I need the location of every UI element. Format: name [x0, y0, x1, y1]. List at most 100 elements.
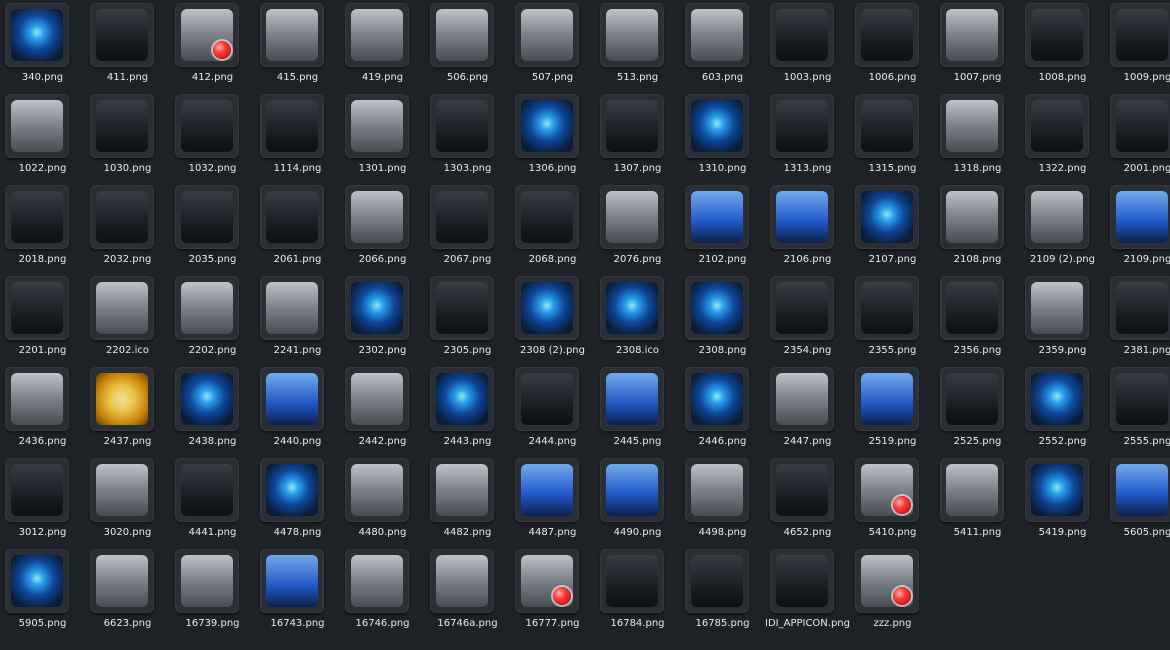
file-tile[interactable]: 419.png [340, 0, 425, 91]
file-tile[interactable]: 2018.png [0, 182, 85, 273]
file-tile[interactable]: 16784.png [595, 546, 680, 637]
file-tile[interactable]: 2356.png [935, 273, 1020, 364]
file-tile[interactable]: 2519.png [850, 364, 935, 455]
file-tile[interactable]: 603.png [680, 0, 765, 91]
file-tile[interactable]: 2436.png [0, 364, 85, 455]
file-thumbnail [940, 3, 1004, 67]
file-tile[interactable]: 2107.png [850, 182, 935, 273]
file-tile[interactable]: 2106.png [765, 182, 850, 273]
file-tile[interactable]: 2109 (2).png [1020, 182, 1105, 273]
file-tile[interactable]: 1007.png [935, 0, 1020, 91]
file-tile[interactable]: 2241.png [255, 273, 340, 364]
file-tile[interactable]: 2068.png [510, 182, 595, 273]
file-tile[interactable]: 1032.png [170, 91, 255, 182]
file-tile[interactable]: 2438.png [170, 364, 255, 455]
file-tile[interactable]: 4441.png [170, 455, 255, 546]
file-tile[interactable]: 1310.png [680, 91, 765, 182]
file-tile[interactable]: 340.png [0, 0, 85, 91]
file-tile[interactable]: 2555.png [1105, 364, 1170, 455]
file-tile[interactable]: 1318.png [935, 91, 1020, 182]
file-tile[interactable]: 2442.png [340, 364, 425, 455]
file-tile[interactable]: 4480.png [340, 455, 425, 546]
file-tile[interactable]: 2552.png [1020, 364, 1105, 455]
file-tile[interactable]: 3020.png [85, 455, 170, 546]
file-tile[interactable]: 5411.png [935, 455, 1020, 546]
file-tile[interactable]: IDI_APPICON.png [765, 546, 850, 637]
file-tile[interactable]: 2305.png [425, 273, 510, 364]
file-tile[interactable]: 2447.png [765, 364, 850, 455]
file-tile[interactable]: 2308.png [680, 273, 765, 364]
file-tile[interactable]: 5410.png [850, 455, 935, 546]
file-thumbnail [175, 94, 239, 158]
file-tile[interactable]: 2035.png [170, 182, 255, 273]
file-tile[interactable]: 1022.png [0, 91, 85, 182]
file-tile[interactable]: 2102.png [680, 182, 765, 273]
file-tile[interactable]: 4498.png [680, 455, 765, 546]
file-tile[interactable]: 2067.png [425, 182, 510, 273]
file-tile[interactable]: 6623.png [85, 546, 170, 637]
file-tile[interactable]: 1009.png [1105, 0, 1170, 91]
file-tile[interactable]: 2201.png [0, 273, 85, 364]
file-tile[interactable]: 2445.png [595, 364, 680, 455]
file-tile[interactable]: 2446.png [680, 364, 765, 455]
file-tile[interactable]: 2076.png [595, 182, 680, 273]
file-tile[interactable]: 2202.ico [85, 273, 170, 364]
file-tile[interactable]: 2308 (2).png [510, 273, 595, 364]
file-tile[interactable]: 4652.png [765, 455, 850, 546]
file-tile[interactable]: 16739.png [170, 546, 255, 637]
file-tile[interactable]: 2202.png [170, 273, 255, 364]
file-tile[interactable]: 2308.ico [595, 273, 680, 364]
file-tile[interactable]: 2443.png [425, 364, 510, 455]
file-tile[interactable]: 2437.png [85, 364, 170, 455]
file-tile[interactable]: 1307.png [595, 91, 680, 182]
file-tile[interactable]: 2444.png [510, 364, 595, 455]
file-tile[interactable]: 415.png [255, 0, 340, 91]
file-tile[interactable]: 2440.png [255, 364, 340, 455]
file-tile[interactable]: 4487.png [510, 455, 595, 546]
file-tile[interactable]: 16743.png [255, 546, 340, 637]
file-tile[interactable]: 1301.png [340, 91, 425, 182]
file-tile[interactable]: 2355.png [850, 273, 935, 364]
file-tile[interactable]: 1008.png [1020, 0, 1105, 91]
file-tile[interactable]: 1306.png [510, 91, 595, 182]
file-name: 2067.png [443, 254, 492, 265]
file-tile[interactable]: 2302.png [340, 273, 425, 364]
file-tile[interactable]: 1313.png [765, 91, 850, 182]
file-tile[interactable]: 2108.png [935, 182, 1020, 273]
file-tile[interactable]: 1003.png [765, 0, 850, 91]
file-tile[interactable]: 16746a.png [425, 546, 510, 637]
file-tile[interactable]: 16785.png [680, 546, 765, 637]
file-tile[interactable]: 2354.png [765, 273, 850, 364]
file-tile[interactable]: 1030.png [85, 91, 170, 182]
file-tile[interactable]: 16777.png [510, 546, 595, 637]
file-tile[interactable]: 2061.png [255, 182, 340, 273]
file-tile[interactable]: 2359.png [1020, 273, 1105, 364]
file-tile[interactable]: 1303.png [425, 91, 510, 182]
file-thumbnail [600, 276, 664, 340]
file-tile[interactable]: 2001.png [1105, 91, 1170, 182]
file-tile[interactable]: 2032.png [85, 182, 170, 273]
file-tile[interactable]: 2066.png [340, 182, 425, 273]
file-tile[interactable]: 16746.png [340, 546, 425, 637]
file-thumbnail [90, 367, 154, 431]
file-tile[interactable]: 411.png [85, 0, 170, 91]
file-tile[interactable]: 4478.png [255, 455, 340, 546]
file-tile[interactable]: 3012.png [0, 455, 85, 546]
file-tile[interactable]: 5905.png [0, 546, 85, 637]
file-tile[interactable]: 1322.png [1020, 91, 1105, 182]
file-tile[interactable]: 1315.png [850, 91, 935, 182]
file-tile[interactable]: 412.png [170, 0, 255, 91]
file-tile[interactable]: 5419.png [1020, 455, 1105, 546]
file-tile[interactable]: 507.png [510, 0, 595, 91]
file-tile[interactable]: 5605.png [1105, 455, 1170, 546]
file-tile[interactable]: 2525.png [935, 364, 1020, 455]
file-tile[interactable]: 4482.png [425, 455, 510, 546]
file-tile[interactable]: 2381.png [1105, 273, 1170, 364]
file-tile[interactable]: 513.png [595, 0, 680, 91]
file-tile[interactable]: 2109.png [1105, 182, 1170, 273]
file-tile[interactable]: 506.png [425, 0, 510, 91]
file-tile[interactable]: 1006.png [850, 0, 935, 91]
file-tile[interactable]: zzz.png [850, 546, 935, 637]
file-tile[interactable]: 4490.png [595, 455, 680, 546]
file-tile[interactable]: 1114.png [255, 91, 340, 182]
